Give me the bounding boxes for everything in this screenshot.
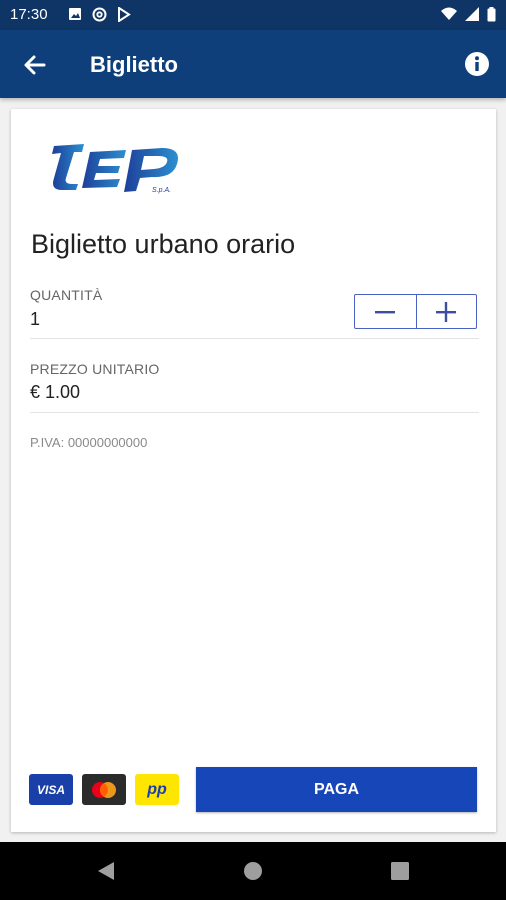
home-circle-icon (244, 862, 262, 880)
divider (30, 412, 479, 413)
info-button[interactable] (464, 51, 490, 77)
decrease-quantity-button[interactable] (355, 295, 416, 328)
signal-icon (465, 7, 479, 21)
image-notification-icon (69, 8, 81, 20)
nav-back-button[interactable] (95, 860, 117, 882)
increase-quantity-button[interactable] (415, 295, 477, 328)
quantity-label: QUANTITÀ (30, 287, 103, 303)
unit-price-value: € 1.00 (30, 382, 81, 402)
system-navigation-bar (0, 842, 506, 900)
nav-home-button[interactable] (242, 860, 264, 882)
payment-methods: VISA pp (29, 774, 179, 805)
pay-button[interactable]: PAGA (196, 767, 477, 812)
status-bar: 17:30 (0, 0, 506, 30)
ticket-name: Biglietto urbano orario (31, 229, 296, 259)
quantity-value: 1 (30, 309, 41, 329)
ticket-card: S.p.A. Biglietto urbano orario QUANTITÀ … (11, 109, 496, 832)
vat-number: P.IVA: 00000000000 (30, 435, 148, 450)
back-button[interactable] (20, 50, 50, 80)
at-notification-icon (92, 7, 107, 22)
wifi-icon (441, 7, 457, 20)
recents-square-icon (391, 862, 409, 880)
status-time: 17:30 (10, 6, 48, 23)
quantity-stepper (354, 294, 477, 329)
unit-price-label: PREZZO UNITARIO (30, 361, 160, 377)
app-bar: Biglietto (0, 30, 506, 98)
status-system-icons (441, 7, 496, 22)
nav-recents-button[interactable] (389, 860, 411, 882)
visa-icon: VISA (29, 774, 73, 805)
status-notification-icons (68, 7, 131, 22)
mastercard-icon (82, 774, 126, 805)
page-title: Biglietto (90, 52, 178, 77)
pp-payment-icon: pp (135, 774, 179, 805)
arrow-left-icon (24, 55, 46, 75)
plus-icon (436, 301, 457, 322)
info-icon (465, 52, 489, 76)
minus-icon (375, 310, 396, 313)
divider (30, 338, 479, 339)
operator-logo: S.p.A. (44, 136, 184, 198)
battery-icon (487, 7, 496, 22)
play-store-icon (118, 7, 131, 22)
svg-text:S.p.A.: S.p.A. (152, 187, 171, 194)
back-triangle-icon (98, 862, 114, 880)
